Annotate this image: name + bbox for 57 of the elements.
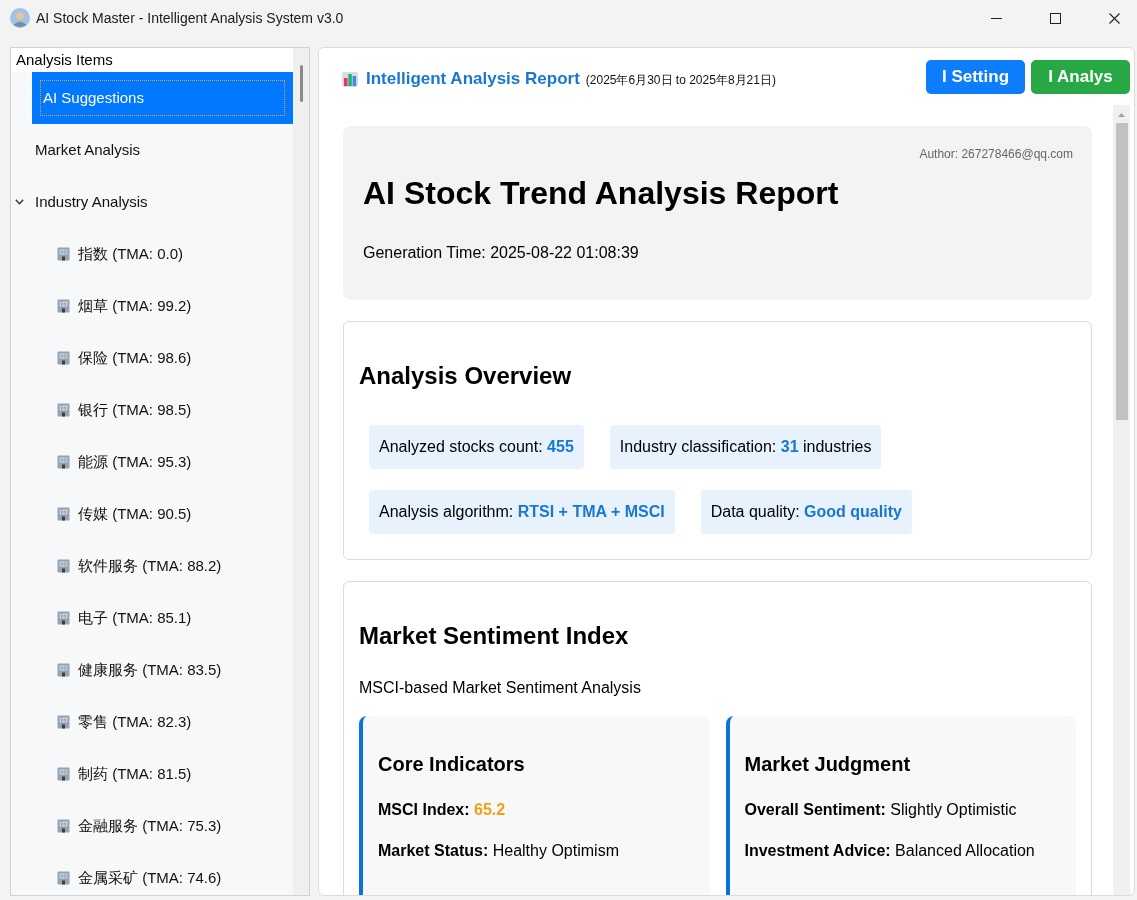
tree-item[interactable]: 保险 (TMA: 98.6): [54, 348, 195, 368]
section-heading: Market Sentiment Index: [359, 621, 630, 651]
tree-item[interactable]: 制药 (TMA: 81.5): [54, 764, 195, 784]
maximize-icon[interactable]: [1049, 12, 1061, 24]
building-icon: [57, 715, 70, 729]
scrollbar-thumb[interactable]: [1115, 123, 1128, 420]
building-icon: [57, 507, 70, 521]
tree-item[interactable]: Industry Analysis: [32, 192, 151, 212]
stat-chip: Data quality: Good quality: [700, 490, 912, 534]
tree-item[interactable]: 银行 (TMA: 98.5): [54, 400, 195, 420]
building-icon: [57, 663, 70, 677]
stat-chip: Analysis algorithm: RTSI + TMA + MSCI: [369, 490, 675, 534]
tree-item[interactable]: 能源 (TMA: 95.3): [54, 452, 195, 472]
tree-item[interactable]: 电子 (TMA: 85.1): [54, 608, 195, 628]
building-icon: [57, 455, 70, 469]
stat-chip: Analyzed stocks count: 455: [369, 425, 584, 469]
tree-item[interactable]: 零售 (TMA: 82.3): [54, 712, 195, 732]
tree-item[interactable]: Market Analysis: [32, 140, 144, 160]
tree-item[interactable]: AI Suggestions: [32, 72, 293, 124]
building-icon: [57, 351, 70, 365]
tree-item[interactable]: 指数 (TMA: 0.0): [54, 244, 186, 264]
tree-item[interactable]: 金融服务 (TMA: 75.3): [54, 816, 225, 836]
building-icon: [57, 247, 70, 261]
author-text: Author: 267278466@qq.com: [918, 146, 1073, 162]
date-range: (2025年6月30日 to 2025年8月21日): [585, 71, 776, 89]
indicator-line: Market Status: Healthy Optimism: [378, 841, 620, 861]
indicator-line: Investment Advice: Balanced Allocation: [744, 841, 1036, 861]
chevron-down-icon[interactable]: [15, 199, 24, 205]
generation-time: Generation Time: 2025-08-22 01:08:39: [363, 243, 640, 263]
tree-item[interactable]: 烟草 (TMA: 99.2): [54, 296, 195, 316]
avatar-icon: [10, 8, 30, 28]
section-heading: Analysis Overview: [359, 361, 573, 391]
panel-heading: Market Judgment: [744, 752, 912, 777]
building-icon: [57, 559, 70, 573]
tree-item[interactable]: 传媒 (TMA: 90.5): [54, 504, 195, 524]
section-subtitle: MSCI-based Market Sentiment Analysis: [359, 678, 642, 698]
report-title: Intelligent Analysis Report: [366, 68, 580, 89]
action-button[interactable]: I Setting: [926, 59, 1025, 94]
stat-chip: Industry classification: 31 industries: [609, 425, 882, 469]
indicator-line: Overall Sentiment: Slightly Optimistic: [744, 800, 1018, 820]
panel-heading: Core Indicators: [378, 752, 526, 777]
scrollbar-thumb[interactable]: [300, 65, 303, 102]
window-title: AI Stock Master - Intelligent Analysis System v3.0: [36, 10, 344, 26]
close-icon[interactable]: [1108, 12, 1120, 24]
building-icon: [57, 403, 70, 417]
panel-header: Analysis Items: [11, 48, 293, 72]
building-icon: [57, 299, 70, 313]
building-icon: [57, 767, 70, 781]
building-icon: [57, 819, 70, 833]
bar-chart-icon: [342, 70, 358, 87]
tree-item[interactable]: 金属采矿 (TMA: 74.6): [54, 868, 225, 888]
building-icon: [57, 871, 70, 885]
tree-item[interactable]: 健康服务 (TMA: 83.5): [54, 660, 225, 680]
indicator-line: MSCI Index: 65.2: [378, 800, 507, 820]
report-heading: AI Stock Trend Analysis Report: [363, 174, 840, 213]
building-icon: [57, 611, 70, 625]
tree-item[interactable]: 软件服务 (TMA: 88.2): [54, 556, 225, 576]
